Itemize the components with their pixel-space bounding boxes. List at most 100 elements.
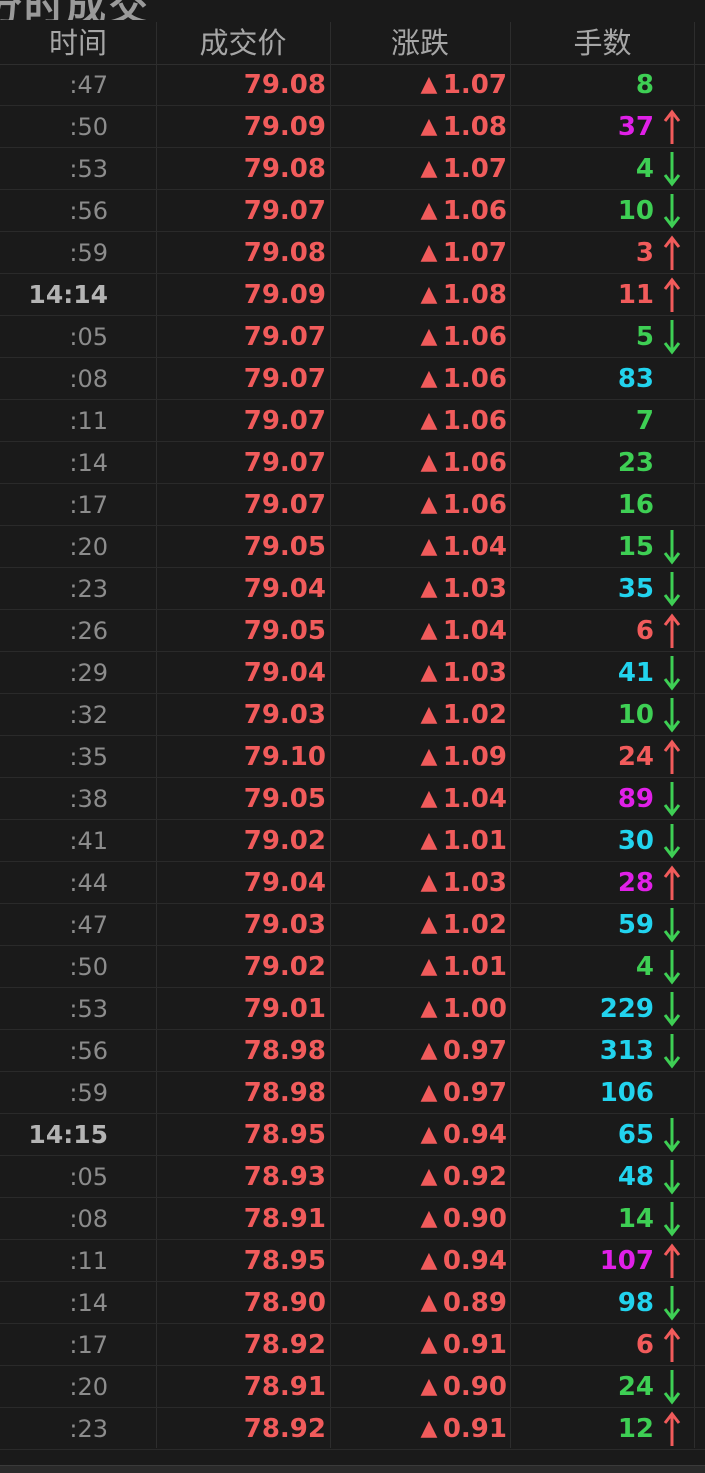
change-cell: 1.04 [442, 784, 507, 814]
time-cell: :20 [69, 533, 108, 561]
time-cell: :59 [69, 1079, 108, 1107]
change-cell: 0.92 [442, 1162, 507, 1192]
table-row[interactable]: :50 79.02 ▲ 1.01 4 [0, 946, 705, 988]
arrow-down-icon [660, 652, 684, 694]
change-cell: 1.06 [442, 364, 507, 394]
table-row[interactable]: :20 79.05 ▲ 1.04 15 [0, 526, 705, 568]
table-row[interactable]: :26 79.05 ▲ 1.04 6 [0, 610, 705, 652]
table-row[interactable]: :47 79.03 ▲ 1.02 59 [0, 904, 705, 946]
header-volume[interactable]: 手数 [510, 22, 695, 64]
horizontal-scrollbar[interactable] [0, 1465, 705, 1473]
price-cell: 79.07 [243, 406, 326, 436]
price-cell: 79.08 [243, 238, 326, 268]
time-cell: :23 [69, 1415, 108, 1443]
table-row[interactable]: :59 79.08 ▲ 1.07 3 [0, 232, 705, 274]
price-cell: 79.07 [243, 448, 326, 478]
table-row[interactable]: :35 79.10 ▲ 1.09 24 [0, 736, 705, 778]
time-cell: :08 [69, 1205, 108, 1233]
time-cell: :50 [69, 953, 108, 981]
table-row[interactable]: :14 79.07 ▲ 1.06 23 [0, 442, 705, 484]
volume-cell: 35 [617, 574, 654, 604]
change-cell: 0.94 [442, 1246, 507, 1276]
volume-cell: 89 [617, 784, 654, 814]
change-cell: 1.09 [442, 742, 507, 772]
arrow-down-icon [660, 778, 684, 820]
arrow-down-icon [660, 1366, 684, 1408]
price-cell: 79.08 [243, 70, 326, 100]
header-change[interactable]: 涨跌 [330, 22, 510, 64]
time-cell: :53 [69, 155, 108, 183]
table-header: 时间 成交价 涨跌 手数 [0, 22, 705, 65]
table-row[interactable]: :38 79.05 ▲ 1.04 89 [0, 778, 705, 820]
volume-cell: 59 [617, 910, 654, 940]
table-row[interactable]: :05 79.07 ▲ 1.06 5 [0, 316, 705, 358]
volume-cell: 11 [617, 280, 654, 310]
table-row[interactable]: :20 78.91 ▲ 0.90 24 [0, 1366, 705, 1408]
change-cell: 1.06 [442, 406, 507, 436]
price-cell: 78.98 [243, 1036, 326, 1066]
price-cell: 79.05 [243, 616, 326, 646]
volume-cell: 313 [599, 1036, 654, 1066]
table-row[interactable]: :56 79.07 ▲ 1.06 10 [0, 190, 705, 232]
table-row[interactable]: 14:15 78.95 ▲ 0.94 65 [0, 1114, 705, 1156]
change-cell: 1.03 [442, 574, 507, 604]
header-time[interactable]: 时间 [0, 22, 156, 64]
time-cell: :20 [69, 1373, 108, 1401]
price-cell: 78.98 [243, 1078, 326, 1108]
table-row[interactable]: :23 79.04 ▲ 1.03 35 [0, 568, 705, 610]
arrow-down-icon [660, 190, 684, 232]
change-cell: 1.03 [442, 658, 507, 688]
table-row[interactable]: :53 79.08 ▲ 1.07 4 [0, 148, 705, 190]
price-cell: 78.91 [243, 1204, 326, 1234]
table-row[interactable]: :32 79.03 ▲ 1.02 10 [0, 694, 705, 736]
header-price[interactable]: 成交价 [156, 22, 330, 64]
time-cell: :32 [69, 701, 108, 729]
change-cell: 0.89 [442, 1288, 507, 1318]
table-row[interactable]: :44 79.04 ▲ 1.03 28 [0, 862, 705, 904]
table-row[interactable]: :23 78.92 ▲ 0.91 12 [0, 1408, 705, 1450]
time-cell: :17 [69, 491, 108, 519]
time-cell: :59 [69, 239, 108, 267]
price-cell: 79.07 [243, 322, 326, 352]
change-cell: 1.04 [442, 616, 507, 646]
volume-cell: 7 [635, 406, 654, 436]
table-row[interactable]: :53 79.01 ▲ 1.00 229 [0, 988, 705, 1030]
arrow-up-icon [660, 1408, 684, 1450]
volume-cell: 107 [599, 1246, 654, 1276]
table-row[interactable]: :08 79.07 ▲ 1.06 83 [0, 358, 705, 400]
table-row[interactable]: :56 78.98 ▲ 0.97 313 [0, 1030, 705, 1072]
change-cell: 0.90 [442, 1372, 507, 1402]
table-row[interactable]: :14 78.90 ▲ 0.89 98 [0, 1282, 705, 1324]
table-row[interactable]: :11 78.95 ▲ 0.94 107 [0, 1240, 705, 1282]
time-cell: :26 [69, 617, 108, 645]
table-row[interactable]: :11 79.07 ▲ 1.06 7 [0, 400, 705, 442]
volume-cell: 15 [617, 532, 654, 562]
change-cell: 0.91 [442, 1414, 507, 1444]
change-cell: 1.06 [442, 490, 507, 520]
table-row[interactable]: 14:14 79.09 ▲ 1.08 11 [0, 274, 705, 316]
volume-cell: 23 [617, 448, 654, 478]
table-row[interactable]: :05 78.93 ▲ 0.92 48 [0, 1156, 705, 1198]
trade-list[interactable]: :47 79.08 ▲ 1.07 8:50 79.09 ▲ 1.08 37:53 79.08 ▲ 1.… [0, 64, 705, 1450]
table-row[interactable]: :41 79.02 ▲ 1.01 30 [0, 820, 705, 862]
table-row[interactable]: :29 79.04 ▲ 1.03 41 [0, 652, 705, 694]
arrow-down-icon [660, 568, 684, 610]
time-cell: :11 [69, 1247, 108, 1275]
volume-cell: 65 [617, 1120, 654, 1150]
change-cell: 1.07 [442, 154, 507, 184]
price-cell: 79.02 [243, 826, 326, 856]
change-cell: 1.04 [442, 532, 507, 562]
table-row[interactable]: :50 79.09 ▲ 1.08 37 [0, 106, 705, 148]
arrow-up-icon [660, 274, 684, 316]
price-cell: 79.05 [243, 784, 326, 814]
time-cell: :14 [69, 449, 108, 477]
table-row[interactable]: :08 78.91 ▲ 0.90 14 [0, 1198, 705, 1240]
volume-cell: 4 [635, 154, 654, 184]
table-row[interactable]: :59 78.98 ▲ 0.97 106 [0, 1072, 705, 1114]
table-row[interactable]: :47 79.08 ▲ 1.07 8 [0, 64, 705, 106]
arrow-up-icon [660, 106, 684, 148]
price-cell: 79.04 [243, 658, 326, 688]
price-cell: 78.95 [243, 1246, 326, 1276]
table-row[interactable]: :17 79.07 ▲ 1.06 16 [0, 484, 705, 526]
table-row[interactable]: :17 78.92 ▲ 0.91 6 [0, 1324, 705, 1366]
